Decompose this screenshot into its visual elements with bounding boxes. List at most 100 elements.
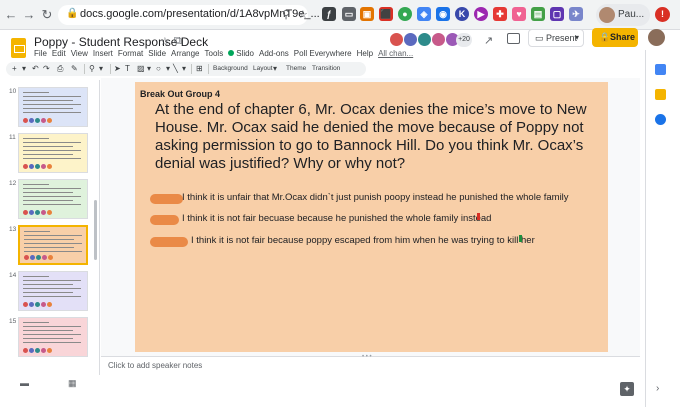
menu-item-slide[interactable]: Slide: [148, 49, 166, 58]
layout-button[interactable]: Layout: [253, 63, 273, 75]
thumbnail-text-line: [23, 184, 49, 185]
present-button[interactable]: ▭ Present ▾: [528, 29, 584, 47]
new-slide-icon[interactable]: +: [12, 63, 17, 75]
extension-icon-10[interactable]: ♥: [512, 7, 526, 21]
menu-item-tools[interactable]: Tools: [205, 49, 224, 58]
extension-icon-3[interactable]: ▣: [360, 7, 374, 21]
shape-dropdown-icon[interactable]: ▾: [166, 63, 170, 75]
grid-view-icon[interactable]: ▦: [68, 378, 77, 389]
speaker-notes[interactable]: Click to add speaker notes: [108, 361, 202, 370]
zoom-dropdown-icon[interactable]: ▾: [99, 63, 103, 75]
answer-line[interactable]: I think it is not fair becuase because h…: [150, 213, 491, 226]
reload-icon[interactable]: ↻: [40, 8, 54, 22]
new-slide-dropdown-icon[interactable]: ▾: [22, 63, 26, 75]
image-icon[interactable]: ▨: [137, 63, 145, 75]
redo-icon[interactable]: ↷: [43, 63, 50, 75]
slide-thumbnail[interactable]: [18, 317, 88, 357]
extension-icon-k[interactable]: K: [455, 7, 469, 21]
collaborator-count[interactable]: +20: [456, 33, 472, 47]
paint-format-icon[interactable]: ✎: [71, 63, 78, 75]
layout-dropdown-icon[interactable]: ▾: [273, 63, 277, 75]
extension-icon-1[interactable]: ƒ: [322, 7, 336, 21]
extension-icon-4[interactable]: ⬛: [379, 7, 393, 21]
thumbnail-text-line: [23, 296, 81, 297]
toolbar-divider: [84, 64, 85, 74]
menu-item-view[interactable]: View: [71, 49, 88, 58]
slide-question[interactable]: At the end of chapter 6, Mr. Ocax denies…: [155, 101, 600, 173]
extension-icon-12[interactable]: ▢: [550, 7, 564, 21]
extension-icon-play[interactable]: ▶: [474, 7, 488, 21]
image-dropdown-icon[interactable]: ▾: [147, 63, 151, 75]
line-dropdown-icon[interactable]: ▾: [182, 63, 186, 75]
chrome-menu-icon[interactable]: !: [655, 7, 670, 22]
search-icon[interactable]: ⚲: [282, 8, 290, 21]
slide-thumbnail[interactable]: [18, 133, 88, 173]
menu-item-add-ons[interactable]: Add-ons: [259, 49, 289, 58]
collaborator-avatar[interactable]: [389, 32, 404, 47]
forward-icon[interactable]: →: [22, 8, 36, 22]
back-icon[interactable]: ←: [4, 8, 18, 22]
answer-line[interactable]: I think it is not fair because poppy esc…: [150, 235, 535, 248]
menu-item-file[interactable]: File: [34, 49, 47, 58]
comment-icon[interactable]: [507, 33, 520, 44]
filmstrip-scrollbar[interactable]: [94, 200, 97, 260]
thumbnail-avatar-dot: [41, 118, 46, 123]
extension-icon-7[interactable]: ◉: [436, 7, 450, 21]
calendar-icon[interactable]: [655, 64, 666, 75]
slide-thumbnail[interactable]: [18, 225, 88, 265]
menu-item-insert[interactable]: Insert: [93, 49, 113, 58]
collaborator-avatar[interactable]: [403, 32, 418, 47]
collaborator-avatar[interactable]: [431, 32, 446, 47]
account-avatar[interactable]: [648, 29, 665, 46]
keep-icon[interactable]: [655, 89, 666, 100]
slides-logo-icon[interactable]: [11, 38, 26, 58]
notes-resize-handle[interactable]: • • •: [362, 354, 372, 360]
bookmark-star-icon[interactable]: ☆: [298, 8, 308, 21]
slide-thumbnail[interactable]: [18, 271, 88, 311]
extension-icon-13[interactable]: ✈: [569, 7, 583, 21]
chevron-right-icon[interactable]: ›: [656, 383, 659, 394]
menu-item-poll-everywhere[interactable]: Poll Everywhere: [294, 49, 352, 58]
share-button[interactable]: 🔒 Share: [592, 28, 638, 47]
activity-trend-icon[interactable]: ↗: [484, 34, 493, 47]
menu-item-help[interactable]: Help: [357, 49, 373, 58]
slide-thumbnail[interactable]: [18, 179, 88, 219]
extension-icon-11[interactable]: ▤: [531, 7, 545, 21]
lock-icon: 🔒: [66, 8, 79, 19]
profile-button[interactable]: Pau...: [596, 4, 650, 26]
background-button[interactable]: Background: [213, 63, 248, 75]
undo-icon[interactable]: ↶: [32, 63, 39, 75]
slide-group-label[interactable]: Break Out Group 4: [140, 89, 220, 99]
zoom-icon[interactable]: ⚲: [89, 63, 95, 75]
chevron-down-icon[interactable]: ▾: [575, 33, 579, 42]
tasks-icon[interactable]: [655, 114, 666, 125]
extension-icon-5[interactable]: ●: [398, 7, 412, 21]
menu-item-format[interactable]: Format: [118, 49, 143, 58]
comment-add-icon[interactable]: ⊞: [196, 63, 203, 75]
shape-icon[interactable]: ○: [156, 63, 161, 75]
extension-icon-6[interactable]: ◈: [417, 7, 431, 21]
theme-button[interactable]: Theme: [286, 63, 306, 75]
menu-item-arrange[interactable]: Arrange: [171, 49, 199, 58]
text-box-icon[interactable]: T: [125, 63, 130, 75]
select-cursor-icon[interactable]: ➤: [114, 63, 121, 75]
thumbnail-avatar-dot: [48, 255, 53, 260]
answer-line[interactable]: I think it is unfair that Mr.Ocax didn`t…: [150, 192, 570, 205]
menu-item-slido[interactable]: Slido: [228, 49, 254, 58]
slide-filmstrip[interactable]: 10 11 12 13 14 15: [0, 80, 100, 375]
extension-icon-9[interactable]: ✚: [493, 7, 507, 21]
menu-item-all-chan[interactable]: All chan...: [378, 49, 413, 58]
thumbnail-text-line: [23, 158, 81, 159]
print-icon[interactable]: ⎙: [57, 63, 63, 75]
line-icon[interactable]: ╲: [173, 63, 178, 75]
address-bar[interactable]: 🔒 docs.google.com/presentation/d/1A8vpMn…: [58, 5, 320, 25]
slide-number: 10: [9, 88, 17, 95]
menu-item-edit[interactable]: Edit: [52, 49, 66, 58]
slide-thumbnail[interactable]: [18, 87, 88, 127]
thumbnail-text-line: [23, 200, 73, 201]
explore-icon[interactable]: ✦: [620, 382, 634, 396]
filmstrip-view-icon[interactable]: ▬: [20, 378, 29, 388]
transition-button[interactable]: Transition: [312, 63, 340, 75]
collaborator-avatar[interactable]: [417, 32, 432, 47]
extension-icon-2[interactable]: ▭: [342, 7, 356, 21]
